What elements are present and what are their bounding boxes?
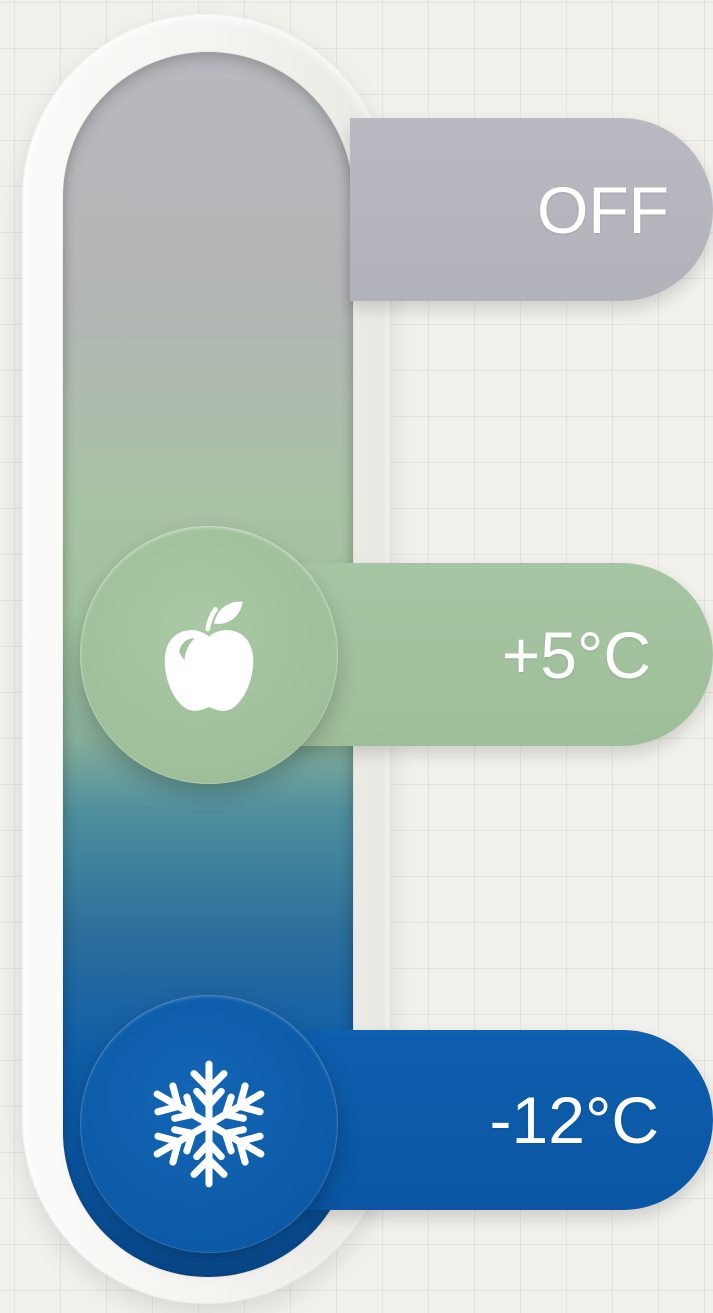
apple-icon <box>144 590 274 720</box>
setting-off-label: OFF <box>537 172 669 247</box>
freezer-knob[interactable] <box>80 995 338 1253</box>
fridge-knob[interactable] <box>80 526 338 784</box>
setting-off-button[interactable]: OFF <box>350 118 713 301</box>
setting-freezer-label: -12°C <box>489 1083 659 1157</box>
setting-fridge-label: +5°C <box>501 617 651 692</box>
snowflake-icon <box>141 1056 277 1192</box>
